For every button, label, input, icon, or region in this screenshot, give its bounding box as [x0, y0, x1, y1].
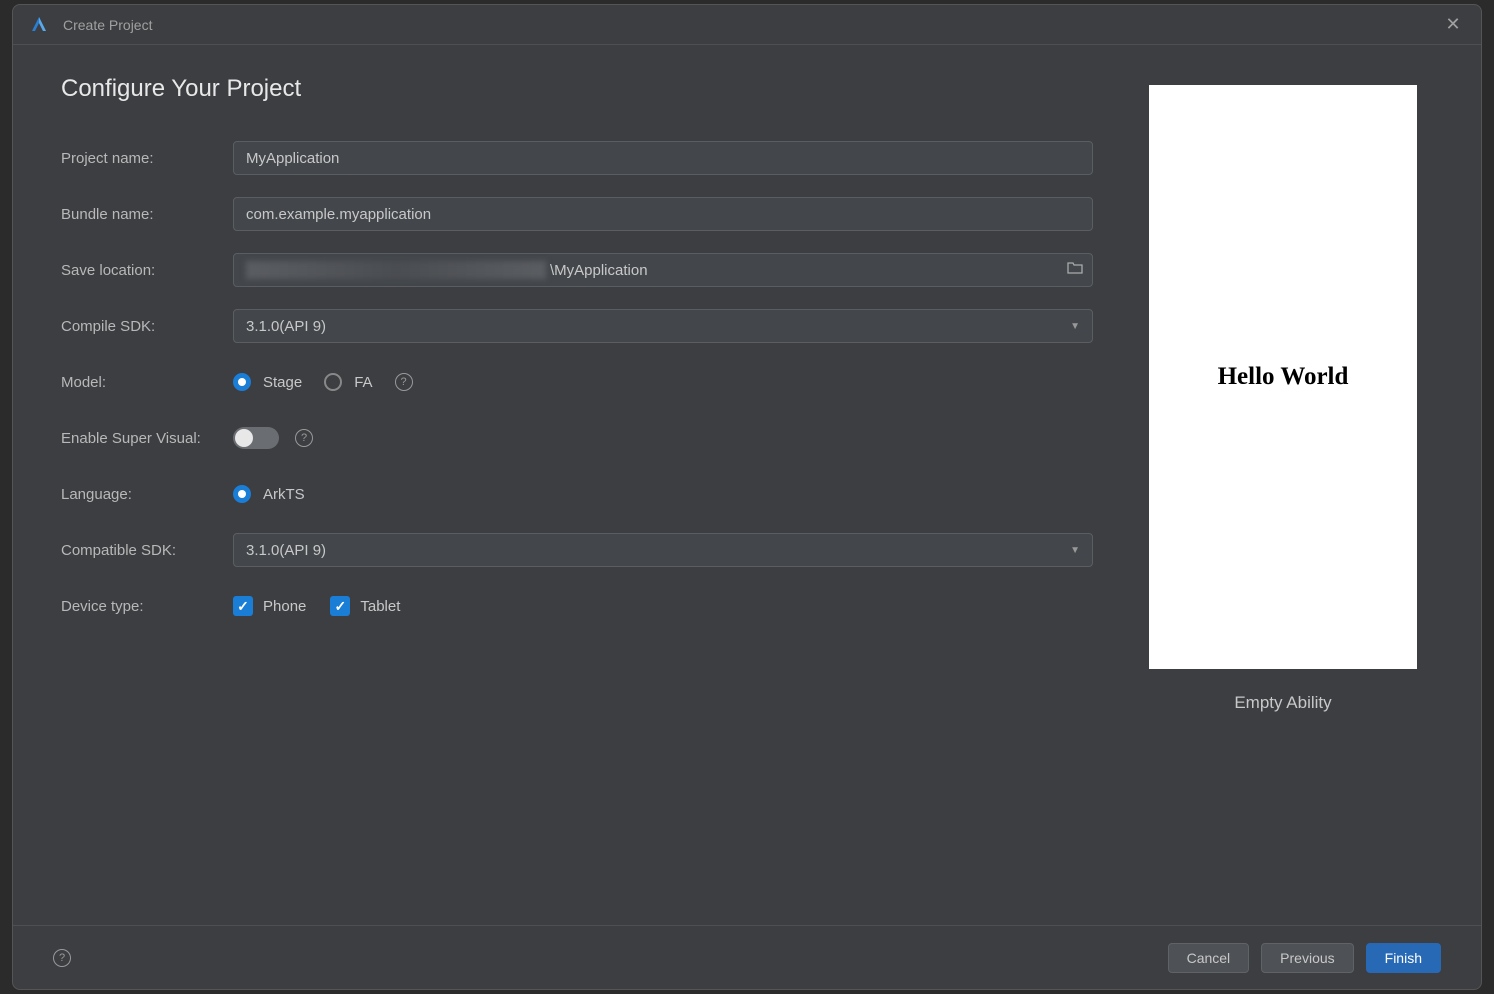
- previous-button[interactable]: Previous: [1261, 943, 1353, 973]
- chevron-down-icon: ▼: [1070, 545, 1080, 556]
- label-compile-sdk: Compile SDK:: [61, 318, 233, 335]
- save-location-input[interactable]: \MyApplication: [233, 253, 1093, 287]
- preview-hello-world: Hello World: [1218, 363, 1349, 391]
- dialog-footer: ? Cancel Previous Finish: [13, 925, 1481, 989]
- app-logo-icon: [29, 15, 49, 35]
- titlebar: Create Project ✕: [13, 5, 1481, 45]
- cancel-button[interactable]: Cancel: [1168, 943, 1250, 973]
- label-language: Language:: [61, 486, 233, 503]
- label-device-type: Device type:: [61, 598, 233, 615]
- row-compile-sdk: Compile SDK: 3.1.0(API 9) ▼: [61, 309, 1093, 343]
- window-title: Create Project: [63, 17, 1441, 33]
- radio-stage-label: Stage: [263, 374, 302, 391]
- checkbox-phone[interactable]: ✓: [233, 596, 253, 616]
- dialog-content: Configure Your Project Project name: Bun…: [13, 45, 1481, 925]
- save-location-suffix: \MyApplication: [550, 262, 648, 279]
- project-name-input[interactable]: [233, 141, 1093, 175]
- row-model: Model: Stage FA ?: [61, 365, 1093, 399]
- create-project-dialog: Create Project ✕ Configure Your Project …: [12, 4, 1482, 990]
- radio-arkts-label: ArkTS: [263, 486, 305, 503]
- close-icon[interactable]: ✕: [1441, 14, 1465, 35]
- radio-stage[interactable]: [233, 373, 251, 391]
- checkbox-tablet-label: Tablet: [360, 598, 400, 615]
- row-bundle-name: Bundle name:: [61, 197, 1093, 231]
- row-super-visual: Enable Super Visual: ?: [61, 421, 1093, 455]
- preview-area: Hello World Empty Ability: [1133, 75, 1433, 905]
- checkbox-tablet[interactable]: ✓: [330, 596, 350, 616]
- label-super-visual: Enable Super Visual:: [61, 430, 233, 447]
- bundle-name-input[interactable]: [233, 197, 1093, 231]
- row-device-type: Device type: ✓ Phone ✓ Tablet: [61, 589, 1093, 623]
- label-model: Model:: [61, 374, 233, 391]
- label-save-location: Save location:: [61, 262, 233, 279]
- radio-arkts[interactable]: [233, 485, 251, 503]
- compatible-sdk-value: 3.1.0(API 9): [246, 542, 326, 559]
- row-project-name: Project name:: [61, 141, 1093, 175]
- super-visual-toggle[interactable]: [233, 427, 279, 449]
- row-compatible-sdk: Compatible SDK: 3.1.0(API 9) ▼: [61, 533, 1093, 567]
- row-save-location: Save location: \MyApplication: [61, 253, 1093, 287]
- chevron-down-icon: ▼: [1070, 321, 1080, 332]
- template-preview: Hello World: [1149, 85, 1417, 669]
- compile-sdk-select[interactable]: 3.1.0(API 9) ▼: [233, 309, 1093, 343]
- compatible-sdk-select[interactable]: 3.1.0(API 9) ▼: [233, 533, 1093, 567]
- checkbox-phone-label: Phone: [263, 598, 306, 615]
- redacted-path: [246, 261, 546, 279]
- label-bundle-name: Bundle name:: [61, 206, 233, 223]
- radio-fa-label: FA: [354, 374, 372, 391]
- help-icon[interactable]: ?: [295, 429, 313, 447]
- form-area: Configure Your Project Project name: Bun…: [61, 75, 1133, 905]
- finish-button[interactable]: Finish: [1366, 943, 1441, 973]
- help-icon[interactable]: ?: [53, 949, 71, 967]
- label-compatible-sdk: Compatible SDK:: [61, 542, 233, 559]
- label-project-name: Project name:: [61, 150, 233, 167]
- help-icon[interactable]: ?: [395, 373, 413, 391]
- page-heading: Configure Your Project: [61, 75, 1093, 103]
- compile-sdk-value: 3.1.0(API 9): [246, 318, 326, 335]
- preview-caption: Empty Ability: [1234, 693, 1331, 713]
- browse-folder-icon[interactable]: [1067, 261, 1083, 279]
- row-language: Language: ArkTS: [61, 477, 1093, 511]
- radio-fa[interactable]: [324, 373, 342, 391]
